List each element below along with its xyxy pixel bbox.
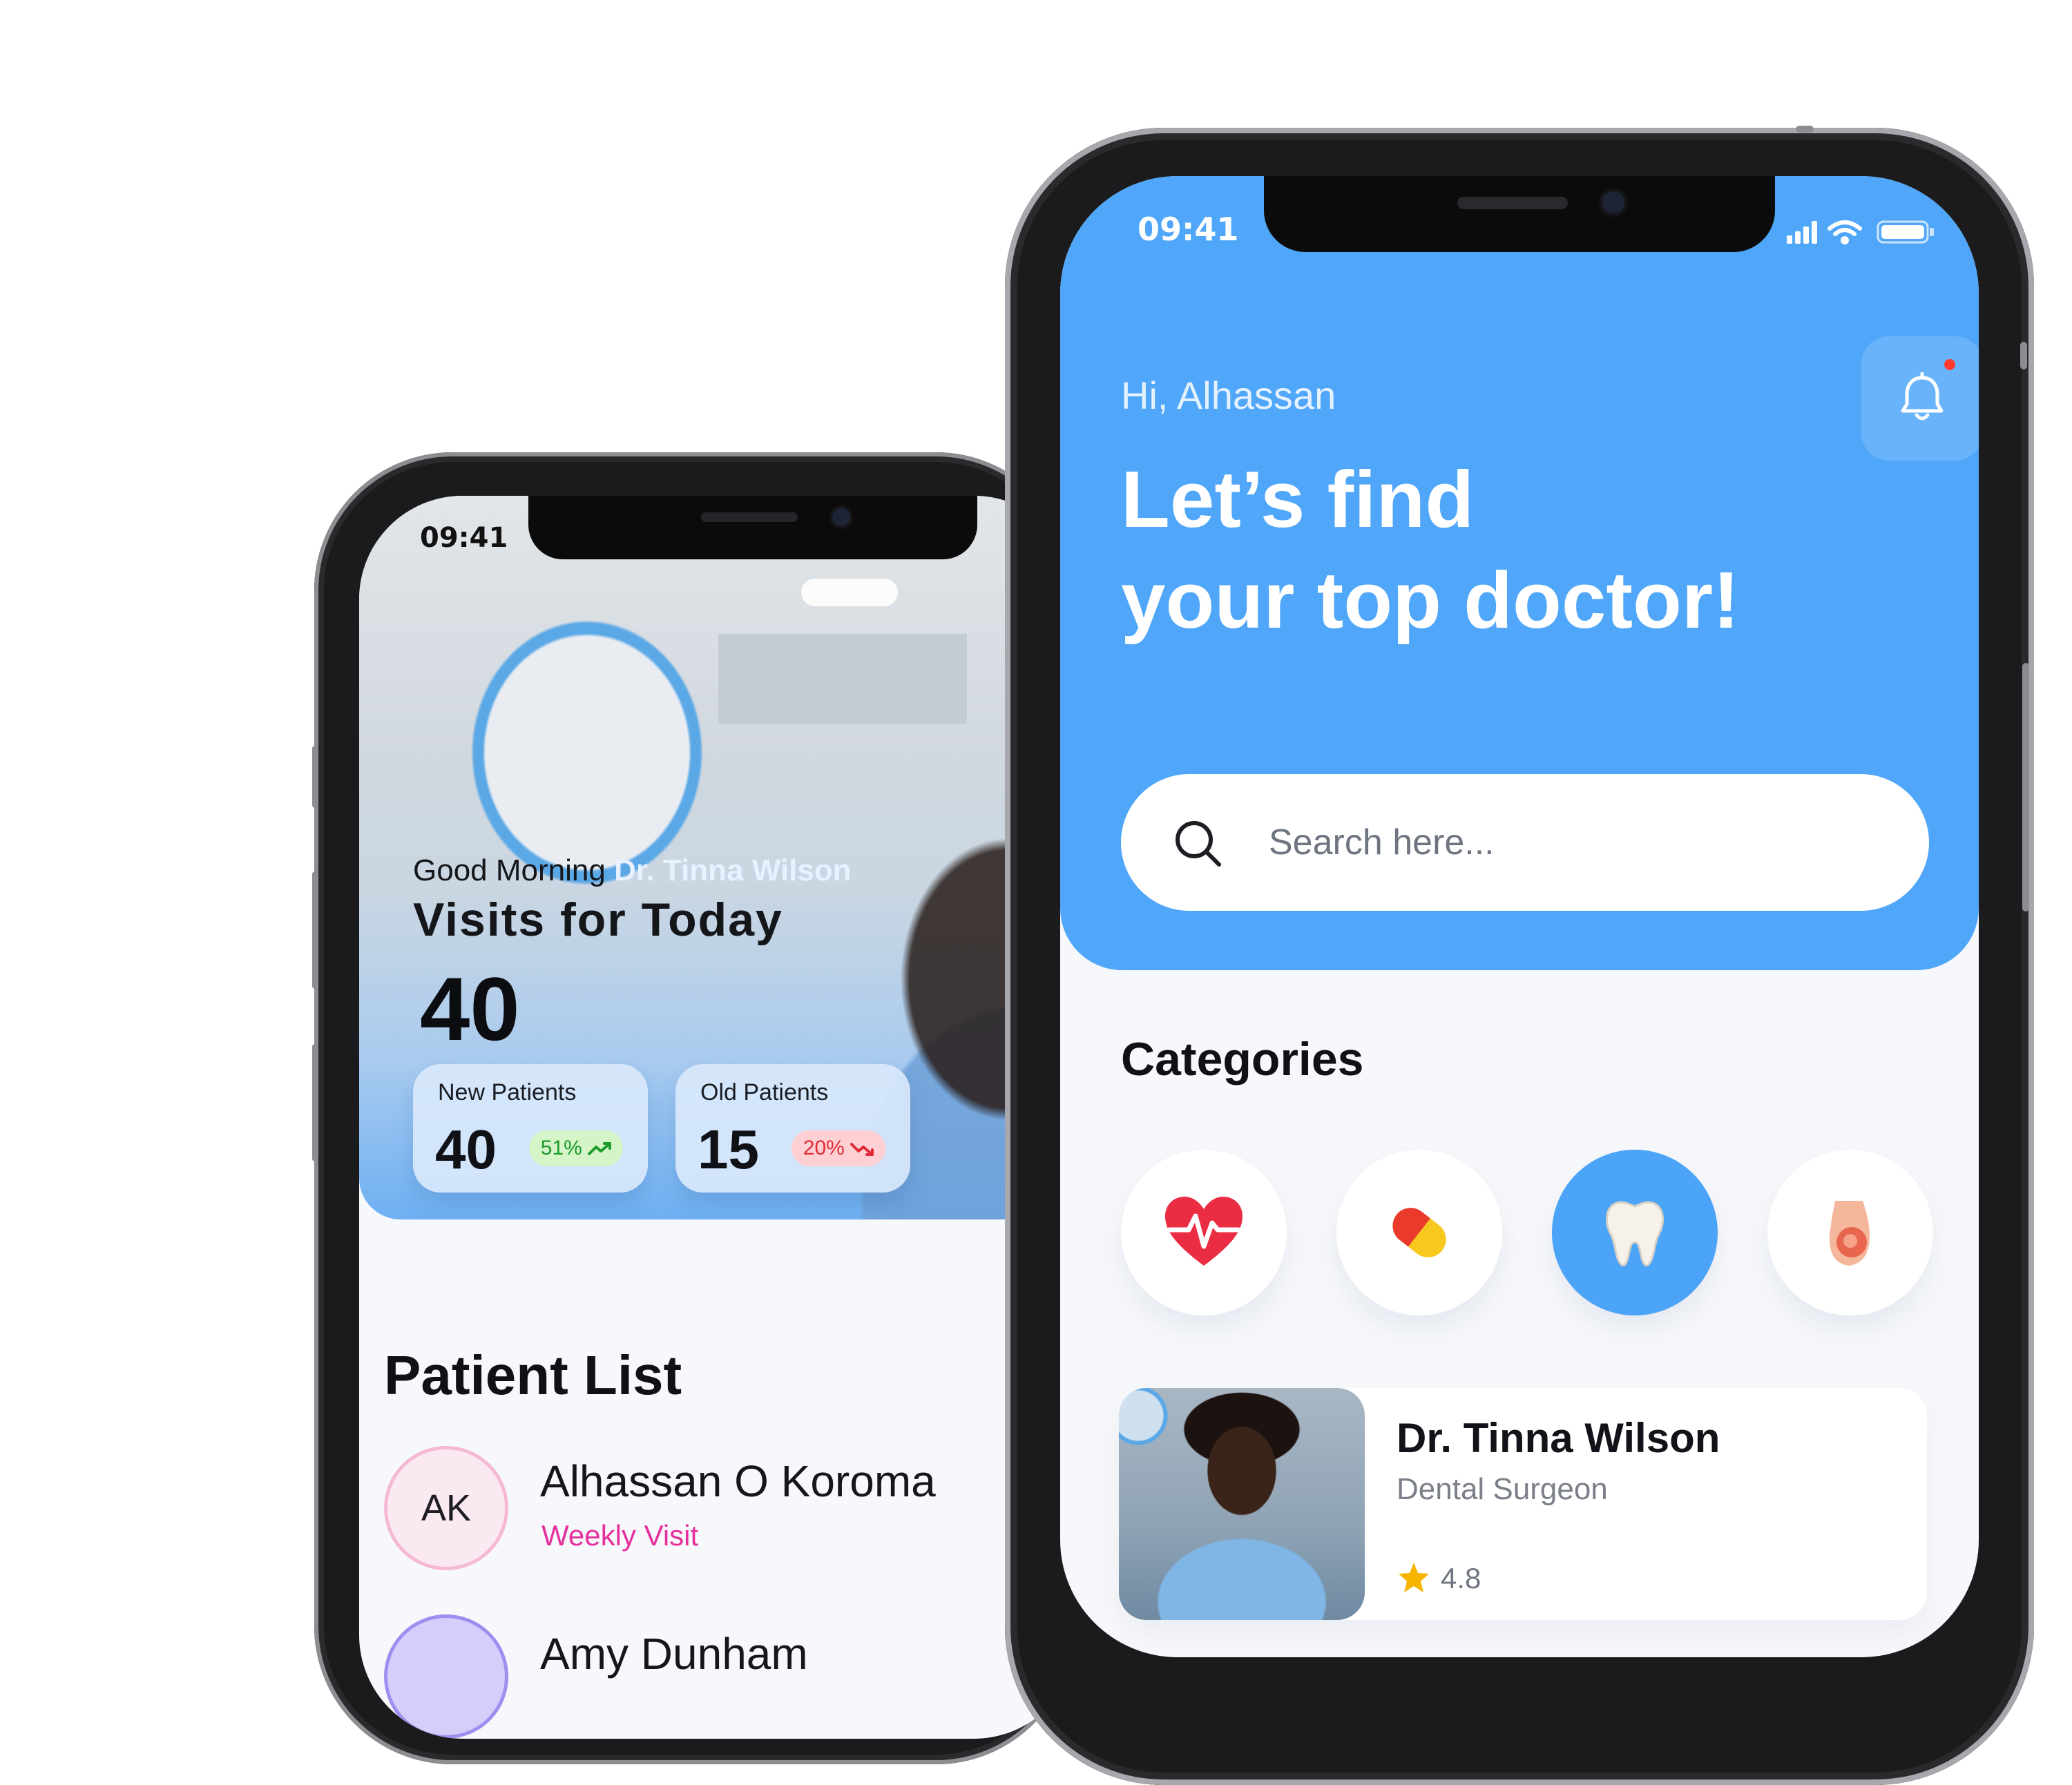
patient-initials: AK	[421, 1487, 472, 1529]
old-patients-count: 15	[698, 1119, 759, 1180]
trend-up-icon	[588, 1142, 612, 1156]
search-bar[interactable]	[1121, 774, 1929, 911]
doctor-card[interactable]: Dr. Tinna Wilson Dental Surgeon 4.8	[1119, 1388, 1927, 1620]
left-phone-screen: 09:41 Good Morning Dr. Tinna Wilson Visi…	[359, 496, 1077, 1739]
category-cardiology[interactable]	[1121, 1150, 1287, 1315]
doctor-photo	[1119, 1388, 1365, 1620]
tooth-icon	[1606, 1201, 1664, 1266]
patient-avatar[interactable]	[384, 1614, 508, 1739]
category-dental[interactable]	[1552, 1150, 1718, 1315]
right-phone-top-antenna	[1796, 126, 1814, 133]
doctor-rating: 4.8	[1441, 1562, 1481, 1594]
trend-down-icon	[850, 1143, 874, 1157]
old-patients-change-badge: 20%	[792, 1130, 885, 1166]
new-patients-count: 40	[435, 1119, 497, 1180]
notification-badge	[1944, 359, 1955, 370]
right-phone-screen: 09:41 Hi, Alhassan Let’s find your top d…	[1060, 176, 1979, 1657]
status-bar-icons	[1787, 220, 1934, 244]
patient-name[interactable]: Alhassan O Koroma	[540, 1456, 936, 1507]
greeting-prefix: Good Morning	[413, 853, 606, 887]
earpiece-speaker	[1457, 197, 1568, 209]
categories-title: Categories	[1121, 1033, 1364, 1086]
bell-icon	[1901, 372, 1944, 421]
front-camera	[832, 508, 850, 526]
status-time: 09:41	[420, 522, 508, 554]
new-patients-label: New Patients	[438, 1079, 577, 1106]
category-medicine[interactable]	[1336, 1150, 1502, 1315]
earpiece-speaker	[701, 512, 798, 522]
left-phone-mute-switch	[312, 746, 318, 808]
right-phone-power-button	[2022, 663, 2029, 911]
patient-name[interactable]: Amy Dunham	[540, 1628, 808, 1679]
status-time: 09:41	[1138, 211, 1239, 248]
patient-visit-type: Weekly Visit	[541, 1519, 699, 1552]
pill-icon	[1392, 1208, 1446, 1257]
search-icon	[1176, 821, 1221, 867]
headline: Let’s find your top doctor!	[1121, 454, 1740, 645]
star-icon	[1399, 1563, 1429, 1592]
left-notch	[528, 496, 977, 559]
doctor-name: Dr. Tinna Wilson	[1397, 1415, 1720, 1461]
user-greeting: Hi, Alhassan	[1121, 374, 1336, 417]
left-phone-volume-down	[312, 1044, 318, 1161]
front-camera	[1602, 191, 1624, 213]
wall-panel	[718, 634, 967, 724]
ceiling-light	[801, 579, 898, 606]
pregnancy-icon	[1829, 1201, 1870, 1266]
left-phone-volume-up	[312, 871, 318, 989]
category-pregnancy[interactable]	[1767, 1150, 1933, 1315]
visits-count: 40	[420, 958, 520, 1059]
heart-pulse-icon	[1165, 1197, 1243, 1266]
new-patients-change-badge: 51%	[529, 1130, 623, 1166]
wifi-icon	[1828, 220, 1862, 244]
new-patients-change: 51%	[540, 1137, 582, 1159]
patient-list-title: Patient List	[384, 1344, 682, 1406]
right-notch	[1264, 176, 1775, 252]
patient-avatar[interactable]: AK	[384, 1446, 508, 1570]
old-patients-card[interactable]: Old Patients 15 20%	[675, 1064, 910, 1193]
right-phone-side-button	[2020, 342, 2027, 369]
new-patients-card[interactable]: New Patients 40 51%	[413, 1064, 648, 1193]
greeting: Good Morning Dr. Tinna Wilson	[413, 853, 852, 888]
greeting-doctor-name: Dr. Tinna Wilson	[614, 853, 852, 887]
doctor-specialty: Dental Surgeon	[1397, 1472, 1608, 1506]
notification-button[interactable]	[1861, 336, 1979, 461]
visits-title: Visits for Today	[413, 894, 783, 946]
old-patients-label: Old Patients	[700, 1079, 829, 1106]
signal-icon	[1787, 221, 1817, 244]
search-input[interactable]	[1267, 814, 1892, 871]
old-patients-change: 20%	[803, 1137, 845, 1159]
battery-icon	[1877, 220, 1934, 244]
